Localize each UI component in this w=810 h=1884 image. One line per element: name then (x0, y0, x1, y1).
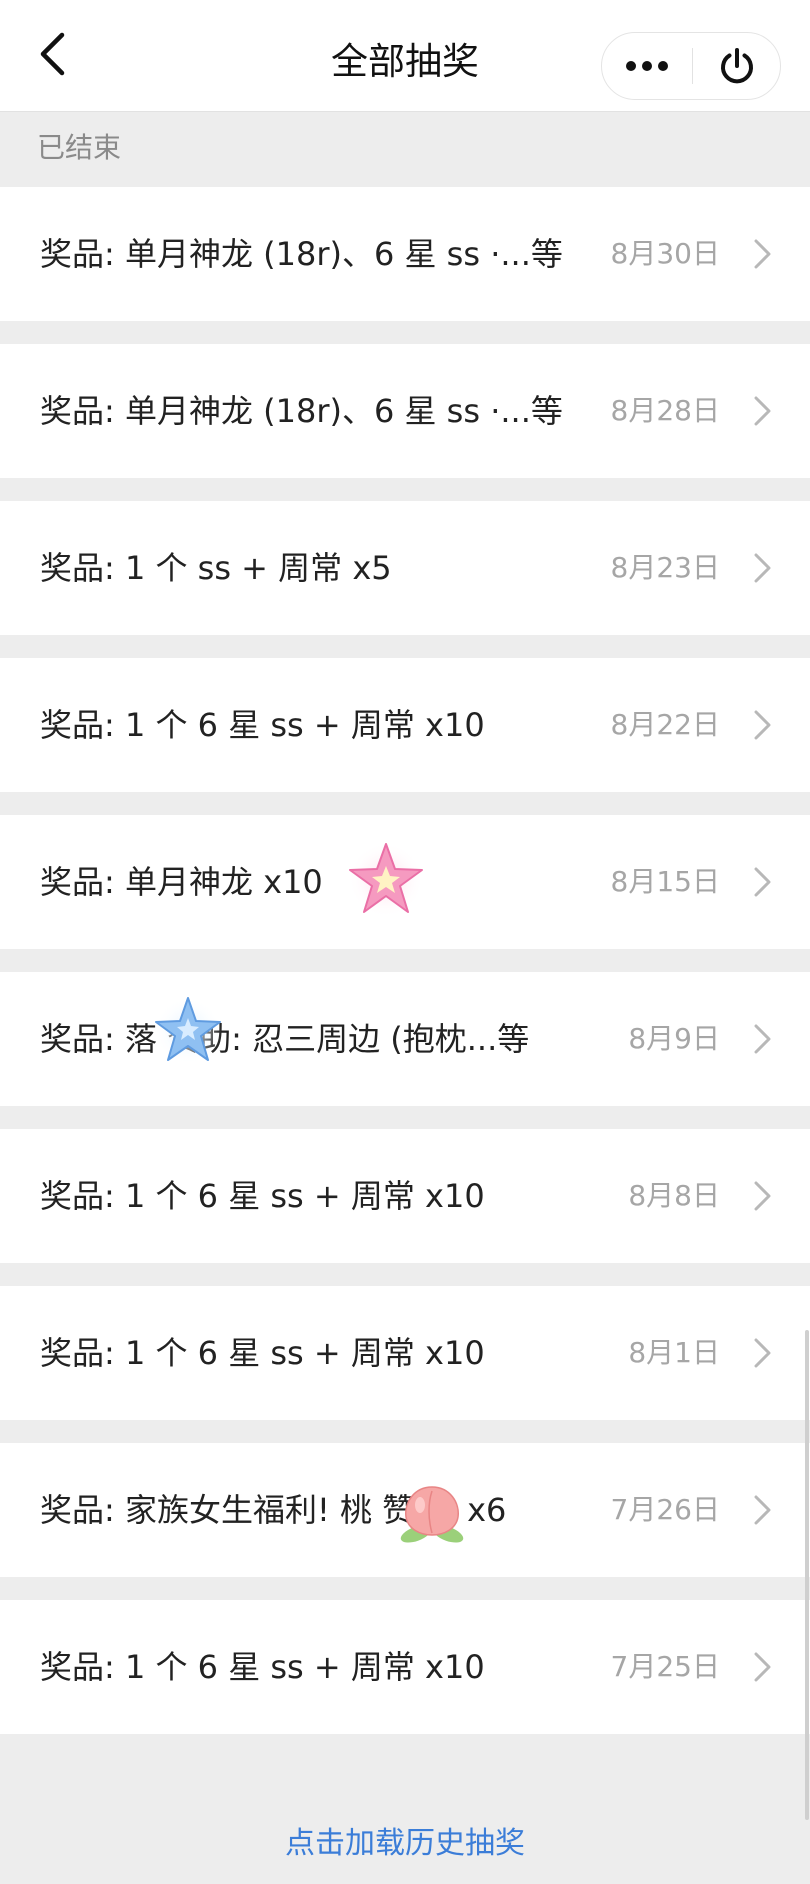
pink-star-sticker (348, 842, 424, 918)
lottery-row[interactable]: 奖品: 单月神龙 (18r)、6 星 ss ·...等 8月28日 (0, 344, 810, 478)
more-button[interactable] (602, 33, 692, 98)
lottery-date: 8月9日 (628, 1022, 720, 1055)
lottery-date: 8月22日 (610, 708, 720, 741)
section-label-ended: 已结束 (37, 131, 122, 164)
lottery-date: 7月26日 (610, 1493, 720, 1526)
load-history-link[interactable]: 点击加载历史抽奖 (0, 1818, 810, 1862)
chevron-right-icon (754, 867, 771, 897)
back-button[interactable] (22, 22, 82, 86)
chevron-right-icon (754, 1652, 771, 1682)
prize-title: 奖品: 1 个 6 星 ss + 周常 x10 (40, 706, 485, 744)
lottery-date: 8月28日 (610, 394, 720, 427)
navigation-bar: 全部抽奖 (0, 0, 810, 112)
prize-title: 奖品: 1 个 6 星 ss + 周常 x10 (40, 1177, 485, 1215)
prize-title: 奖品: 单月神龙 (18r)、6 星 ss ·...等 (40, 392, 563, 430)
lottery-date: 8月23日 (610, 551, 720, 584)
lottery-row[interactable]: 奖品: 1 个 6 星 ss + 周常 x10 8月8日 (0, 1129, 810, 1263)
prize-title: 奖品: 1 个 ss + 周常 x5 (40, 549, 392, 587)
chevron-right-icon (754, 710, 771, 740)
chevron-right-icon (754, 1181, 771, 1211)
chevron-right-icon (754, 553, 771, 583)
close-mini-program-button[interactable] (693, 33, 780, 98)
prize-title: 奖品: 单月神龙 (18r)、6 星 ss ·...等 (40, 235, 563, 273)
power-icon (720, 47, 753, 83)
lottery-row[interactable]: 奖品: 1 个 6 星 ss + 周常 x10 8月22日 (0, 658, 810, 792)
prize-title: 奖品: 落 赞助: 忍三周边 (抱枕...等 (40, 1020, 530, 1058)
lottery-date: 8月30日 (610, 237, 720, 270)
lottery-date: 8月1日 (628, 1336, 720, 1369)
lottery-row[interactable]: 奖品: 1 个 6 星 ss + 周常 x10 8月1日 (0, 1286, 810, 1420)
chevron-right-icon (754, 1338, 771, 1368)
chevron-right-icon (754, 1495, 771, 1525)
lottery-date: 8月15日 (610, 865, 720, 898)
lottery-row[interactable]: 奖品: 单月神龙 (18r)、6 星 ss ·...等 8月30日 (0, 187, 810, 321)
more-dots-icon (626, 60, 668, 71)
lottery-row[interactable]: 奖品: 落 赞助: 忍三周边 (抱枕...等 8月9日 (0, 972, 810, 1106)
scrollbar[interactable] (805, 1330, 809, 1820)
chevron-right-icon (754, 239, 771, 269)
prize-title: 奖品: 1 个 6 星 ss + 周常 x10 (40, 1334, 485, 1372)
lottery-row[interactable]: 奖品: 1 个 ss + 周常 x5 8月23日 (0, 501, 810, 635)
lottery-date: 8月8日 (628, 1179, 720, 1212)
lottery-row[interactable]: 奖品: 家族女生福利! 桃 赞助: x6 7月26日 (0, 1443, 810, 1577)
prize-title: 奖品: 1 个 6 星 ss + 周常 x10 (40, 1648, 485, 1686)
lottery-date: 7月25日 (610, 1650, 720, 1683)
back-chevron-icon (40, 32, 65, 76)
mini-program-capsule (601, 32, 781, 100)
prize-title: 奖品: 单月神龙 x10 (40, 863, 323, 901)
chevron-right-icon (754, 1024, 771, 1054)
lottery-row[interactable]: 奖品: 1 个 6 星 ss + 周常 x10 7月25日 (0, 1600, 810, 1734)
chevron-right-icon (754, 396, 771, 426)
prize-title: 奖品: 家族女生福利! 桃 赞助: x6 (40, 1491, 507, 1529)
lottery-row[interactable]: 奖品: 单月神龙 x10 8月15日 (0, 815, 810, 949)
